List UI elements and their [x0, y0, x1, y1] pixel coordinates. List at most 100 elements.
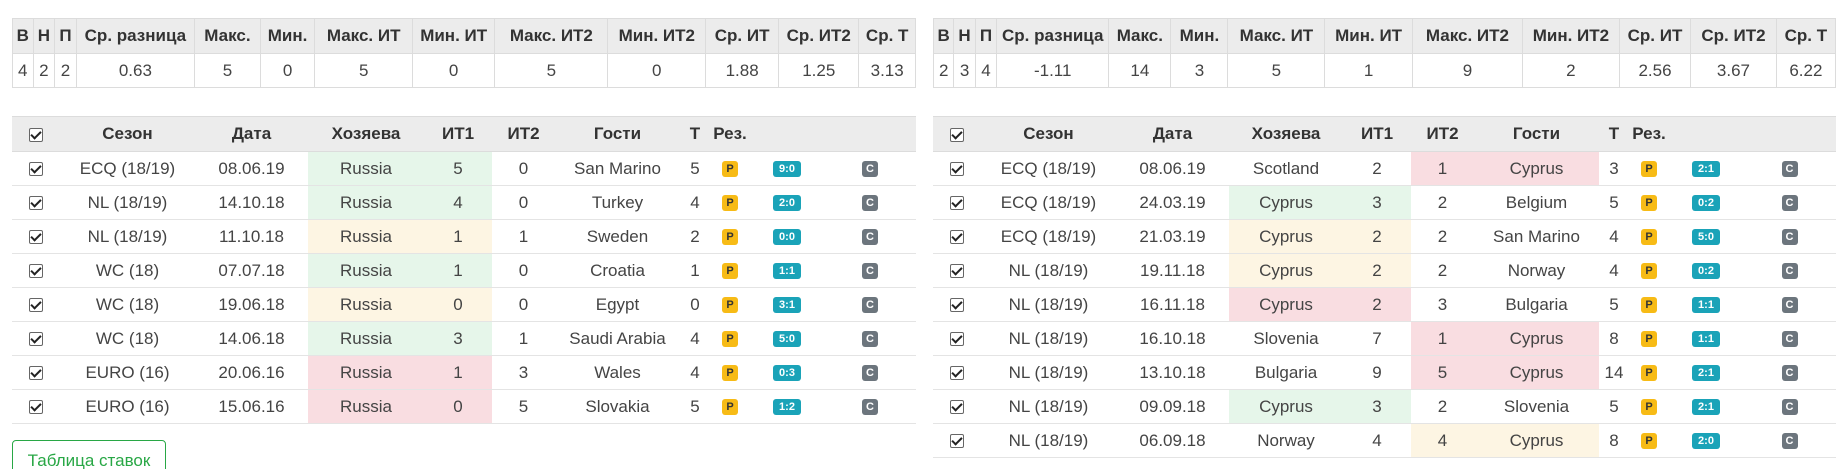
c-badge[interactable]: C: [862, 399, 878, 416]
row-checkbox-cell[interactable]: [12, 151, 60, 186]
row-checkbox-cell[interactable]: [12, 219, 60, 254]
row-checkbox[interactable]: [950, 400, 964, 415]
score-badge[interactable]: 1:1: [1692, 331, 1720, 348]
score-badge[interactable]: 1:1: [1692, 297, 1720, 314]
c-badge[interactable]: C: [1781, 399, 1798, 416]
row-checkbox-cell[interactable]: [933, 321, 981, 356]
c-badge[interactable]: C: [862, 161, 878, 178]
p-badge[interactable]: P: [722, 161, 738, 178]
row-checkbox[interactable]: [950, 230, 964, 245]
score-badge[interactable]: 0:2: [1692, 263, 1720, 280]
score-badge[interactable]: 2:1: [1692, 161, 1720, 178]
row-checkbox[interactable]: [950, 434, 964, 449]
row-checkbox[interactable]: [29, 332, 43, 347]
c-badge[interactable]: C: [862, 195, 878, 212]
stats-header-cell: Макс. ИТ2: [1411, 18, 1524, 54]
row-checkbox-cell[interactable]: [12, 355, 60, 390]
matches-header-cell: Хозяева: [308, 116, 424, 152]
p-badge[interactable]: P: [1641, 161, 1657, 178]
row-checkbox[interactable]: [950, 332, 964, 347]
p-badge[interactable]: P: [1641, 195, 1657, 212]
row-checkbox-cell[interactable]: [12, 253, 60, 288]
score-badge[interactable]: 0:0: [773, 229, 801, 246]
row-checkbox[interactable]: [29, 366, 43, 381]
c-badge[interactable]: C: [1781, 433, 1798, 450]
score-badge[interactable]: 1:2: [773, 399, 801, 416]
row-checkbox-cell[interactable]: [12, 321, 60, 356]
row-checkbox[interactable]: [29, 298, 43, 313]
stats-header-cell: Макс. ИТ: [314, 18, 414, 54]
score-badge[interactable]: 5:0: [773, 331, 801, 348]
c-badge[interactable]: C: [862, 331, 878, 348]
score-badge-cell: 0:0: [750, 219, 824, 254]
row-checkbox-cell[interactable]: [933, 151, 981, 186]
matches-header-cell: [1669, 116, 1743, 152]
c-badge[interactable]: C: [1781, 229, 1798, 246]
p-badge[interactable]: P: [1641, 297, 1657, 314]
score-badge[interactable]: 2:0: [1692, 433, 1720, 450]
row-checkbox[interactable]: [29, 230, 43, 245]
row-checkbox[interactable]: [950, 264, 964, 279]
c-badge[interactable]: C: [862, 297, 878, 314]
row-checkbox[interactable]: [29, 264, 43, 279]
score-badge[interactable]: 2:1: [1692, 399, 1720, 416]
row-checkbox[interactable]: [950, 366, 964, 381]
row-checkbox[interactable]: [29, 400, 43, 415]
c-badge[interactable]: C: [1781, 297, 1798, 314]
row-checkbox-cell[interactable]: [933, 287, 981, 322]
c-badge[interactable]: C: [1781, 195, 1798, 212]
p-badge[interactable]: P: [1641, 229, 1657, 246]
c-badge[interactable]: C: [1781, 365, 1798, 382]
score-badge[interactable]: 2:1: [1692, 365, 1720, 382]
select-all-header[interactable]: [933, 116, 981, 152]
match-row: NL (18/19) 16.10.18 Slovenia 7 1 Cyprus 8 P 1:1 C: [933, 321, 1836, 356]
stats-table: В Н П Ср. разница Макс. Мин. Макс. ИТ Мин. ИТ Ма…: [12, 18, 916, 88]
row-checkbox-cell[interactable]: [933, 423, 981, 458]
p-badge[interactable]: P: [1641, 399, 1657, 416]
p-badge[interactable]: P: [722, 195, 738, 212]
bets-table-button[interactable]: Таблица ставок: [12, 440, 166, 469]
row-checkbox-cell[interactable]: [933, 185, 981, 220]
score-badge[interactable]: 0:2: [1692, 195, 1720, 212]
score-badge[interactable]: 9:0: [773, 161, 801, 178]
c-badge[interactable]: C: [862, 229, 878, 246]
p-badge[interactable]: P: [1641, 263, 1657, 280]
row-checkbox-cell[interactable]: [933, 253, 981, 288]
home-team-cell: Slovenia: [1229, 321, 1343, 356]
p-badge[interactable]: P: [1641, 331, 1657, 348]
row-checkbox[interactable]: [950, 196, 964, 211]
row-checkbox-cell[interactable]: [933, 355, 981, 390]
row-checkbox-cell[interactable]: [933, 219, 981, 254]
row-checkbox-cell[interactable]: [12, 185, 60, 220]
total-cell: 1: [680, 253, 710, 288]
select-all-checkbox[interactable]: [29, 127, 43, 142]
team-panel-left: В Н П Ср. разница Макс. Мин. Макс. ИТ Мин. ИТ Ма…: [12, 18, 916, 424]
c-badge[interactable]: C: [862, 365, 878, 382]
p-badge[interactable]: P: [722, 229, 738, 246]
row-checkbox[interactable]: [29, 196, 43, 211]
row-checkbox[interactable]: [29, 162, 43, 177]
row-checkbox[interactable]: [950, 162, 964, 177]
c-badge[interactable]: C: [862, 263, 878, 280]
score-badge[interactable]: 3:1: [773, 297, 801, 314]
c-badge[interactable]: C: [1781, 331, 1798, 348]
select-all-header[interactable]: [12, 116, 60, 152]
score-badge[interactable]: 2:0: [773, 195, 801, 212]
score-badge[interactable]: 0:3: [773, 365, 801, 382]
select-all-checkbox[interactable]: [950, 127, 964, 142]
p-badge[interactable]: P: [722, 365, 738, 382]
score-badge[interactable]: 5:0: [1692, 229, 1720, 246]
row-checkbox[interactable]: [950, 298, 964, 313]
p-badge[interactable]: P: [1641, 365, 1657, 382]
row-checkbox-cell[interactable]: [933, 389, 981, 424]
score-badge[interactable]: 1:1: [773, 263, 801, 280]
row-checkbox-cell[interactable]: [12, 287, 60, 322]
c-badge[interactable]: C: [1781, 161, 1798, 178]
c-badge[interactable]: C: [1781, 263, 1798, 280]
p-badge[interactable]: P: [722, 399, 738, 416]
p-badge[interactable]: P: [722, 297, 738, 314]
p-badge[interactable]: P: [722, 263, 738, 280]
row-checkbox-cell[interactable]: [12, 389, 60, 424]
p-badge[interactable]: P: [1641, 433, 1657, 450]
p-badge[interactable]: P: [722, 331, 738, 348]
